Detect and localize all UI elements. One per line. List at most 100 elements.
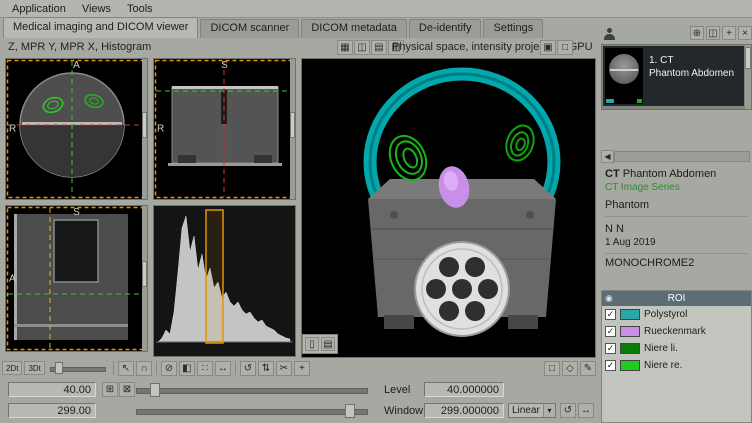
layout-rows-icon[interactable]: ▤ (371, 40, 387, 55)
histogram-plot (154, 206, 295, 356)
mode-2d-button[interactable]: 2Dt (2, 361, 22, 375)
menu-application[interactable]: Application (4, 2, 74, 16)
orientation-letter-left: R (157, 124, 164, 135)
lock-icon[interactable]: ⊠ (119, 382, 135, 397)
level-slider-handle[interactable] (150, 383, 160, 397)
restore-view-icon[interactable]: □ (557, 40, 573, 55)
points-tool-icon[interactable]: ∷ (197, 361, 213, 376)
zoom-tool-icon[interactable]: ⇅ (258, 361, 274, 376)
menu-tools[interactable]: Tools (119, 2, 161, 16)
roi-checkbox[interactable]: ✓ (605, 360, 616, 371)
series-item-selected[interactable]: 1. CT Phantom Abdomen (603, 46, 744, 106)
viewport-sagittal[interactable]: S A (5, 205, 148, 352)
close-icon[interactable]: × (738, 26, 752, 40)
series-title: Phantom Abdomen (623, 168, 717, 180)
roi-checkbox[interactable]: ✓ (605, 343, 616, 354)
level-row: 40.00 ⊞ ⊠ Level 40.000000 (0, 380, 600, 401)
interaction-toolbar: 2Dt 3Dt ↖ ∩ ⊘ ◧ ∷ ↔ ↺ ⇅ ✂ + □ ◇ ✎ (0, 358, 600, 378)
add-tool-icon[interactable]: + (294, 361, 310, 376)
slice-scrollbar[interactable] (290, 59, 295, 199)
roi-label: Rueckenmark (644, 326, 706, 337)
level-slider[interactable] (136, 382, 368, 398)
viewport-coronal[interactable]: S R (153, 58, 296, 200)
annotation-tools: □ ◇ ✎ (544, 361, 596, 376)
roi-item[interactable]: ✓ Polystyrol (602, 306, 751, 323)
window-slider-handle[interactable] (345, 404, 355, 418)
roi-checkbox[interactable]: ✓ (605, 309, 616, 320)
modality-label: CT (605, 168, 620, 180)
slice-scrollbar[interactable] (142, 59, 147, 199)
reset-window-icon[interactable]: ↺ (560, 403, 576, 418)
time-slider[interactable] (50, 361, 106, 375)
volume-rendering (302, 59, 595, 357)
patient-name-label: Phantom (605, 199, 748, 211)
window-label: Window (384, 405, 423, 417)
layout-2x2-icon[interactable]: ◫ (354, 40, 370, 55)
rotate-tool-icon[interactable]: ↺ (240, 361, 256, 376)
magnet-tool-icon[interactable]: ∩ (136, 361, 152, 376)
level-spinbox[interactable]: 40.00 (8, 382, 96, 397)
details-scrollbar[interactable]: ◀ (601, 150, 752, 163)
add-node-icon[interactable]: ⊕ (690, 26, 704, 40)
interpolation-select[interactable]: Linear ▾ (508, 403, 556, 418)
chevron-down-icon[interactable]: ▾ (543, 404, 555, 417)
window-value-box[interactable]: 299.000000 (424, 403, 504, 418)
layout-grid-icon[interactable]: ▦ (337, 40, 353, 55)
roi-color-swatch (620, 326, 640, 337)
roi-header-title: ROI (668, 293, 686, 304)
photometric-label: MONOCHROME2 (605, 257, 748, 269)
slice-scrollbar[interactable] (142, 206, 147, 351)
menu-bar: Application Views Tools (0, 0, 752, 18)
crosshair-off-icon[interactable]: ⊘ (161, 361, 177, 376)
window-slider[interactable] (136, 403, 368, 419)
layout-node-icon[interactable]: ◫ (706, 26, 720, 40)
pen-tool-icon[interactable]: ✎ (580, 361, 596, 376)
patient-id-label: N N (605, 223, 748, 235)
window-level-tool-icon[interactable]: ◧ (179, 361, 195, 376)
window-spinbox[interactable]: 299.00 (8, 403, 96, 418)
viewport-histogram[interactable] (153, 205, 296, 357)
table-icon[interactable]: ⊞ (102, 382, 118, 397)
mode-3d-button[interactable]: 3Dt (24, 361, 44, 375)
viewport-axial[interactable]: A R (5, 58, 148, 200)
roi-item[interactable]: ✓ Niere li. (602, 340, 751, 357)
frame-view-icon[interactable]: ▯ (305, 337, 319, 351)
marquee-tool-icon[interactable]: □ (544, 361, 560, 376)
window-row: 299.00 Window 299.000000 Linear ▾ ↺ ↔ (0, 401, 600, 422)
roi-item[interactable]: ✓ Rueckenmark (602, 323, 751, 340)
maximize-view-icon[interactable]: ▣ (540, 40, 556, 55)
tab-dicom-metadata[interactable]: DICOM metadata (301, 19, 407, 38)
scroll-left-icon[interactable]: ◀ (601, 150, 614, 163)
roi-checkbox[interactable]: ✓ (605, 326, 616, 337)
diamond-tool-icon[interactable]: ◇ (562, 361, 578, 376)
tab-dicom-scanner[interactable]: DICOM scanner (200, 19, 299, 38)
fit-window-icon[interactable]: ↔ (578, 403, 594, 418)
series-name-label: Phantom Abdomen (649, 67, 734, 80)
series-thumbnail (605, 48, 643, 104)
level-label: Level (384, 384, 410, 396)
roi-item[interactable]: ✓ Niere re. (602, 357, 751, 374)
series-index-label: 1. CT (649, 54, 734, 67)
time-slider-handle[interactable] (55, 362, 63, 374)
data-manager-toolbar: ⊕ ◫ + × (601, 24, 752, 42)
tab-medical-imaging[interactable]: Medical imaging and DICOM viewer (3, 17, 198, 38)
study-date-label: 1 Aug 2019 (605, 237, 748, 248)
pan-tool-icon[interactable]: ↔ (215, 361, 231, 376)
cube-view-icon[interactable]: ▤ (321, 337, 335, 351)
tab-de-identify[interactable]: De-identify (409, 19, 482, 38)
roi-color-swatch (620, 360, 640, 371)
series-info-label: CT Image Series (605, 182, 748, 193)
roi-color-swatch (620, 343, 640, 354)
add-icon[interactable]: + (722, 26, 736, 40)
series-list-scrollbar[interactable] (745, 45, 751, 109)
cut-tool-icon[interactable]: ✂ (276, 361, 292, 376)
viewport-3d[interactable]: ▯ ▤ (301, 58, 596, 358)
visibility-column-icon: ◉ (605, 291, 613, 306)
orientation-letter-top: A (73, 60, 80, 71)
tab-settings[interactable]: Settings (483, 19, 543, 38)
menu-views[interactable]: Views (74, 2, 119, 16)
application-window: Application Views Tools Medical imaging … (0, 0, 752, 423)
level-value-box[interactable]: 40.000000 (424, 382, 504, 397)
pointer-tool-icon[interactable]: ↖ (118, 361, 134, 376)
roi-panel-header: ◉ ROI (602, 291, 751, 306)
